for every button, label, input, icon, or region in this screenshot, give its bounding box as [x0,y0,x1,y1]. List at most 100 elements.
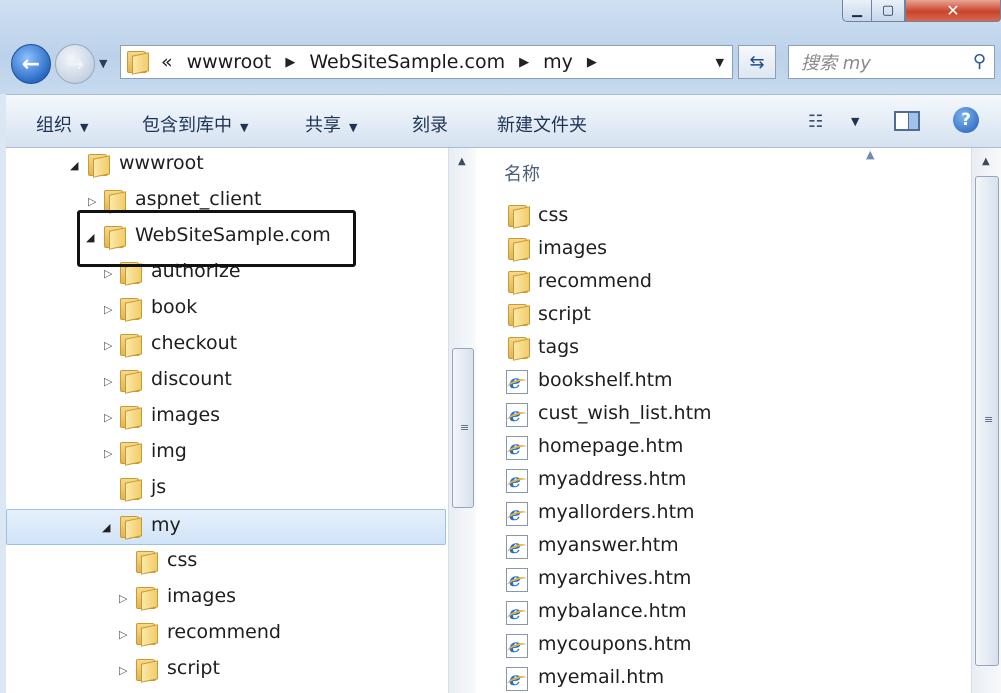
tree-item-images[interactable]: ▷ images [6,400,446,436]
include-in-library-menu[interactable]: 包含到库中 ▼ [142,111,248,137]
file-name: mycoupons.htm [538,633,692,655]
expanded-triangle-icon[interactable]: ◢ [70,159,78,172]
tree-item-wwwroot[interactable]: ◢ wwwroot [6,148,446,184]
folder-icon [88,154,110,178]
folder-icon [508,271,530,295]
list-item[interactable]: e myarchives.htm [504,564,944,597]
scroll-up-icon[interactable]: ▲ [982,156,990,167]
list-item[interactable]: e cust_wish_list.htm [504,399,944,432]
breadcrumb-websitesample[interactable]: WebSiteSample.com [309,51,505,73]
tree-item-my-recommend[interactable]: ▷ recommend [6,617,446,653]
collapsed-triangle-icon[interactable]: ▷ [88,195,96,208]
address-bar[interactable]: « wwwroot ▶ WebSiteSample.com ▶ my ▶ ▼ [120,45,733,79]
search-input[interactable]: 搜索 my ⚲ [788,45,995,79]
folder-icon [136,587,158,611]
list-item[interactable]: script [504,300,944,333]
file-name: myarchives.htm [538,567,692,589]
grip-icon: ≡ [460,421,470,434]
list-item[interactable]: e mybalance.htm [504,597,944,630]
breadcrumb-separator-icon[interactable]: ▶ [519,55,529,70]
list-item[interactable]: e myanswer.htm [504,531,944,564]
collapsed-triangle-icon[interactable]: ▷ [104,411,112,424]
collapsed-triangle-icon[interactable]: ▷ [104,267,112,280]
file-name: homepage.htm [538,435,684,457]
search-icon[interactable]: ⚲ [973,51,986,72]
list-item[interactable]: images [504,234,944,267]
forward-arrow-icon: → [65,51,85,77]
list-item[interactable]: e homepage.htm [504,432,944,465]
chevron-down-icon: ▼ [240,121,249,134]
list-item[interactable]: e myallorders.htm [504,498,944,531]
organize-menu[interactable]: 组织 ▼ [36,111,88,137]
back-button[interactable]: ← [11,44,51,84]
nav-pane-scroll-thumb[interactable]: ≡ [452,348,474,508]
tree-item-my[interactable]: ◢ my [6,509,446,545]
breadcrumb-separator-icon[interactable]: ▶ [285,55,295,70]
collapsed-triangle-icon[interactable]: ▷ [104,447,112,460]
burn-button[interactable]: 刻录 [412,111,448,137]
file-list-scrollbar[interactable]: ▲ ≡ [971,148,1001,693]
tree-item-discount[interactable]: ▷ discount [6,364,446,400]
collapsed-triangle-icon[interactable]: ▷ [119,628,127,641]
list-item[interactable]: e myaddress.htm [504,465,944,498]
tree-item-img[interactable]: ▷ img [6,436,446,472]
breadcrumb-my[interactable]: my [543,51,573,73]
list-item[interactable]: tags [504,333,944,366]
collapsed-triangle-icon[interactable]: ▷ [104,375,112,388]
view-options-icon[interactable]: ☷ [808,112,823,132]
tree-item-label: img [151,440,187,462]
expanded-triangle-icon[interactable]: ◢ [102,521,110,534]
include-in-library-label: 包含到库中 [142,115,232,136]
address-dropdown-icon[interactable]: ▼ [716,56,724,69]
search-placeholder: 搜索 my [801,53,871,74]
forward-button[interactable]: → [55,44,95,84]
collapsed-triangle-icon[interactable]: ▷ [119,592,127,605]
chevron-down-icon: ▼ [349,121,358,134]
html-file-icon: e [506,568,528,592]
preview-pane-icon[interactable] [894,111,920,131]
tree-item-book[interactable]: ▷ book [6,292,446,328]
collapsed-triangle-icon[interactable]: ▷ [104,339,112,352]
file-list-scroll-thumb[interactable]: ≡ [975,176,999,666]
tree-item-label: checkout [151,332,238,354]
tree-item-my-css[interactable]: css [6,545,446,581]
breadcrumb-separator-icon[interactable]: ▶ [587,55,597,70]
list-item[interactable]: e mycoupons.htm [504,630,944,663]
refresh-button[interactable]: ⇆ [738,45,776,79]
address-overflow[interactable]: « [161,51,173,73]
tree-item-my-script[interactable]: ▷ script [6,653,446,689]
nav-pane-scrollbar[interactable]: ▲ ≡ [448,148,476,693]
column-header-name[interactable]: 名称 [504,160,540,186]
command-bar: 组织 ▼ 包含到库中 ▼ 共享 ▼ 刻录 新建文件夹 ☷ ▼ ? [6,94,1001,148]
share-menu[interactable]: 共享 ▼ [305,111,357,137]
file-name: myemail.htm [538,666,665,688]
scroll-up-icon[interactable]: ▲ [458,156,466,167]
tree-item-my-images[interactable]: ▷ images [6,581,446,617]
tree-item-js[interactable]: js [6,472,446,508]
list-item[interactable]: e bookshelf.htm [504,366,944,399]
tree-item-label: recommend [167,621,281,643]
tree-item-checkout[interactable]: ▷ checkout [6,328,446,364]
list-item[interactable]: e myemail.htm [504,663,944,693]
folder-icon [136,551,158,575]
tree-item-label: aspnet_client [135,188,262,210]
maximize-button[interactable]: ▢ [871,0,905,22]
html-file-icon: e [506,601,528,625]
new-folder-button[interactable]: 新建文件夹 [497,111,587,137]
breadcrumb-wwwroot[interactable]: wwwroot [187,51,272,73]
collapsed-triangle-icon[interactable]: ▷ [119,664,127,677]
tree-item-label: wwwroot [119,152,204,174]
tree-item-label: discount [151,368,232,390]
folder-icon [120,442,142,466]
tree-item-label: images [151,404,221,426]
list-item[interactable]: recommend [504,267,944,300]
recent-pages-dropdown[interactable]: ▼ [99,57,107,70]
help-icon[interactable]: ? [953,107,979,133]
back-arrow-icon: ← [21,51,41,77]
minimize-button[interactable]: ▁ [842,0,872,22]
list-item[interactable]: css [504,201,944,234]
collapsed-triangle-icon[interactable]: ▷ [104,303,112,316]
view-dropdown-icon[interactable]: ▼ [851,115,859,128]
folder-icon [508,205,530,229]
close-button[interactable]: ✕ [905,0,1001,22]
